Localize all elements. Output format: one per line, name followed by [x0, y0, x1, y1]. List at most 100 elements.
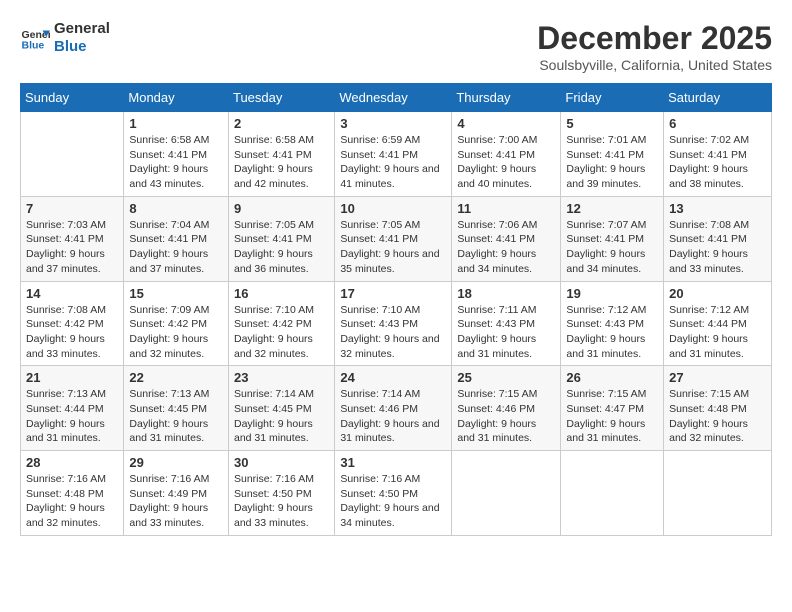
- calendar-cell: 20 Sunrise: 7:12 AMSunset: 4:44 PMDayligh…: [664, 281, 772, 366]
- day-info: Sunrise: 6:59 AMSunset: 4:41 PMDaylight:…: [340, 133, 446, 192]
- day-info: Sunrise: 6:58 AMSunset: 4:41 PMDaylight:…: [234, 133, 329, 192]
- day-number: 19: [566, 286, 658, 301]
- day-number: 12: [566, 201, 658, 216]
- day-info: Sunrise: 7:09 AMSunset: 4:42 PMDaylight:…: [129, 303, 223, 362]
- calendar-cell: 19 Sunrise: 7:12 AMSunset: 4:43 PMDayligh…: [561, 281, 664, 366]
- day-info: Sunrise: 7:11 AMSunset: 4:43 PMDaylight:…: [457, 303, 555, 362]
- day-info: Sunrise: 7:16 AMSunset: 4:50 PMDaylight:…: [234, 472, 329, 531]
- calendar-cell: 10 Sunrise: 7:05 AMSunset: 4:41 PMDayligh…: [335, 196, 452, 281]
- calendar-cell: 14 Sunrise: 7:08 AMSunset: 4:42 PMDayligh…: [21, 281, 124, 366]
- day-info: Sunrise: 7:15 AMSunset: 4:48 PMDaylight:…: [669, 387, 766, 446]
- day-number: 1: [129, 116, 223, 131]
- day-info: Sunrise: 6:58 AMSunset: 4:41 PMDaylight:…: [129, 133, 223, 192]
- day-info: Sunrise: 7:08 AMSunset: 4:41 PMDaylight:…: [669, 218, 766, 277]
- weekday-header: Monday: [124, 84, 229, 112]
- day-info: Sunrise: 7:08 AMSunset: 4:42 PMDaylight:…: [26, 303, 118, 362]
- day-number: 27: [669, 370, 766, 385]
- day-number: 18: [457, 286, 555, 301]
- day-number: 15: [129, 286, 223, 301]
- logo: General Blue General Blue: [20, 20, 110, 56]
- day-info: Sunrise: 7:16 AMSunset: 4:48 PMDaylight:…: [26, 472, 118, 531]
- weekday-header: Wednesday: [335, 84, 452, 112]
- day-info: Sunrise: 7:00 AMSunset: 4:41 PMDaylight:…: [457, 133, 555, 192]
- calendar-cell: 12Sunrise: 7:07 AMSunset: 4:41 PMDayligh…: [561, 196, 664, 281]
- calendar-cell: 17 Sunrise: 7:10 AMSunset: 4:43 PMDayligh…: [335, 281, 452, 366]
- calendar-cell: [21, 112, 124, 197]
- logo-icon: General Blue: [20, 23, 50, 53]
- day-number: 17: [340, 286, 446, 301]
- calendar-week-row: 21Sunrise: 7:13 AMSunset: 4:44 PMDayligh…: [21, 366, 772, 451]
- calendar-cell: 30 Sunrise: 7:16 AMSunset: 4:50 PMDayligh…: [228, 451, 334, 536]
- day-info: Sunrise: 7:13 AMSunset: 4:45 PMDaylight:…: [129, 387, 223, 446]
- weekday-header: Sunday: [21, 84, 124, 112]
- weekday-header: Saturday: [664, 84, 772, 112]
- calendar-week-row: 1 Sunrise: 6:58 AMSunset: 4:41 PMDaylight…: [21, 112, 772, 197]
- day-number: 4: [457, 116, 555, 131]
- day-info: Sunrise: 7:16 AMSunset: 4:49 PMDaylight:…: [129, 472, 223, 531]
- calendar-cell: 13 Sunrise: 7:08 AMSunset: 4:41 PMDayligh…: [664, 196, 772, 281]
- calendar-cell: 1 Sunrise: 6:58 AMSunset: 4:41 PMDaylight…: [124, 112, 229, 197]
- day-number: 13: [669, 201, 766, 216]
- calendar-week-row: 28 Sunrise: 7:16 AMSunset: 4:48 PMDayligh…: [21, 451, 772, 536]
- calendar-cell: 31Sunrise: 7:16 AMSunset: 4:50 PMDayligh…: [335, 451, 452, 536]
- day-number: 25: [457, 370, 555, 385]
- day-number: 23: [234, 370, 329, 385]
- day-number: 28: [26, 455, 118, 470]
- weekday-header: Friday: [561, 84, 664, 112]
- calendar-cell: [561, 451, 664, 536]
- day-info: Sunrise: 7:01 AMSunset: 4:41 PMDaylight:…: [566, 133, 658, 192]
- day-number: 29: [129, 455, 223, 470]
- day-info: Sunrise: 7:15 AMSunset: 4:47 PMDaylight:…: [566, 387, 658, 446]
- title-block: December 2025 Soulsbyville, California, …: [537, 20, 772, 73]
- calendar-cell: 6 Sunrise: 7:02 AMSunset: 4:41 PMDaylight…: [664, 112, 772, 197]
- calendar-week-row: 14 Sunrise: 7:08 AMSunset: 4:42 PMDayligh…: [21, 281, 772, 366]
- day-number: 6: [669, 116, 766, 131]
- day-number: 20: [669, 286, 766, 301]
- day-number: 22: [129, 370, 223, 385]
- calendar-cell: 21Sunrise: 7:13 AMSunset: 4:44 PMDayligh…: [21, 366, 124, 451]
- calendar-cell: 9Sunrise: 7:05 AMSunset: 4:41 PMDaylight…: [228, 196, 334, 281]
- calendar-cell: [664, 451, 772, 536]
- calendar-table: SundayMondayTuesdayWednesdayThursdayFrid…: [20, 83, 772, 536]
- day-info: Sunrise: 7:13 AMSunset: 4:44 PMDaylight:…: [26, 387, 118, 446]
- calendar-body: 1 Sunrise: 6:58 AMSunset: 4:41 PMDaylight…: [21, 112, 772, 536]
- day-number: 8: [129, 201, 223, 216]
- day-number: 10: [340, 201, 446, 216]
- calendar-cell: 27 Sunrise: 7:15 AMSunset: 4:48 PMDayligh…: [664, 366, 772, 451]
- day-number: 24: [340, 370, 446, 385]
- day-number: 3: [340, 116, 446, 131]
- day-info: Sunrise: 7:04 AMSunset: 4:41 PMDaylight:…: [129, 218, 223, 277]
- day-number: 30: [234, 455, 329, 470]
- day-number: 14: [26, 286, 118, 301]
- calendar-cell: 23 Sunrise: 7:14 AMSunset: 4:45 PMDayligh…: [228, 366, 334, 451]
- day-info: Sunrise: 7:06 AMSunset: 4:41 PMDaylight:…: [457, 218, 555, 277]
- month-title: December 2025: [537, 20, 772, 57]
- calendar-cell: [452, 451, 561, 536]
- day-info: Sunrise: 7:16 AMSunset: 4:50 PMDaylight:…: [340, 472, 446, 531]
- logo-line1: General: [54, 20, 110, 38]
- page-header: General Blue General Blue December 2025 …: [20, 20, 772, 73]
- day-info: Sunrise: 7:02 AMSunset: 4:41 PMDaylight:…: [669, 133, 766, 192]
- calendar-cell: 7Sunrise: 7:03 AMSunset: 4:41 PMDaylight…: [21, 196, 124, 281]
- calendar-cell: 11Sunrise: 7:06 AMSunset: 4:41 PMDayligh…: [452, 196, 561, 281]
- day-info: Sunrise: 7:12 AMSunset: 4:44 PMDaylight:…: [669, 303, 766, 362]
- calendar-cell: 15 Sunrise: 7:09 AMSunset: 4:42 PMDayligh…: [124, 281, 229, 366]
- weekday-header: Tuesday: [228, 84, 334, 112]
- day-info: Sunrise: 7:10 AMSunset: 4:43 PMDaylight:…: [340, 303, 446, 362]
- location: Soulsbyville, California, United States: [537, 57, 772, 73]
- day-number: 26: [566, 370, 658, 385]
- calendar-cell: 25Sunrise: 7:15 AMSunset: 4:46 PMDayligh…: [452, 366, 561, 451]
- calendar-week-row: 7Sunrise: 7:03 AMSunset: 4:41 PMDaylight…: [21, 196, 772, 281]
- day-info: Sunrise: 7:05 AMSunset: 4:41 PMDaylight:…: [340, 218, 446, 277]
- calendar-cell: 28 Sunrise: 7:16 AMSunset: 4:48 PMDayligh…: [21, 451, 124, 536]
- calendar-header-row: SundayMondayTuesdayWednesdayThursdayFrid…: [21, 84, 772, 112]
- calendar-cell: 4 Sunrise: 7:00 AMSunset: 4:41 PMDaylight…: [452, 112, 561, 197]
- day-info: Sunrise: 7:12 AMSunset: 4:43 PMDaylight:…: [566, 303, 658, 362]
- day-info: Sunrise: 7:14 AMSunset: 4:46 PMDaylight:…: [340, 387, 446, 446]
- calendar-cell: 8 Sunrise: 7:04 AMSunset: 4:41 PMDaylight…: [124, 196, 229, 281]
- calendar-cell: 29 Sunrise: 7:16 AMSunset: 4:49 PMDayligh…: [124, 451, 229, 536]
- logo-line2: Blue: [54, 38, 110, 56]
- calendar-cell: 3 Sunrise: 6:59 AMSunset: 4:41 PMDaylight…: [335, 112, 452, 197]
- day-number: 2: [234, 116, 329, 131]
- day-info: Sunrise: 7:14 AMSunset: 4:45 PMDaylight:…: [234, 387, 329, 446]
